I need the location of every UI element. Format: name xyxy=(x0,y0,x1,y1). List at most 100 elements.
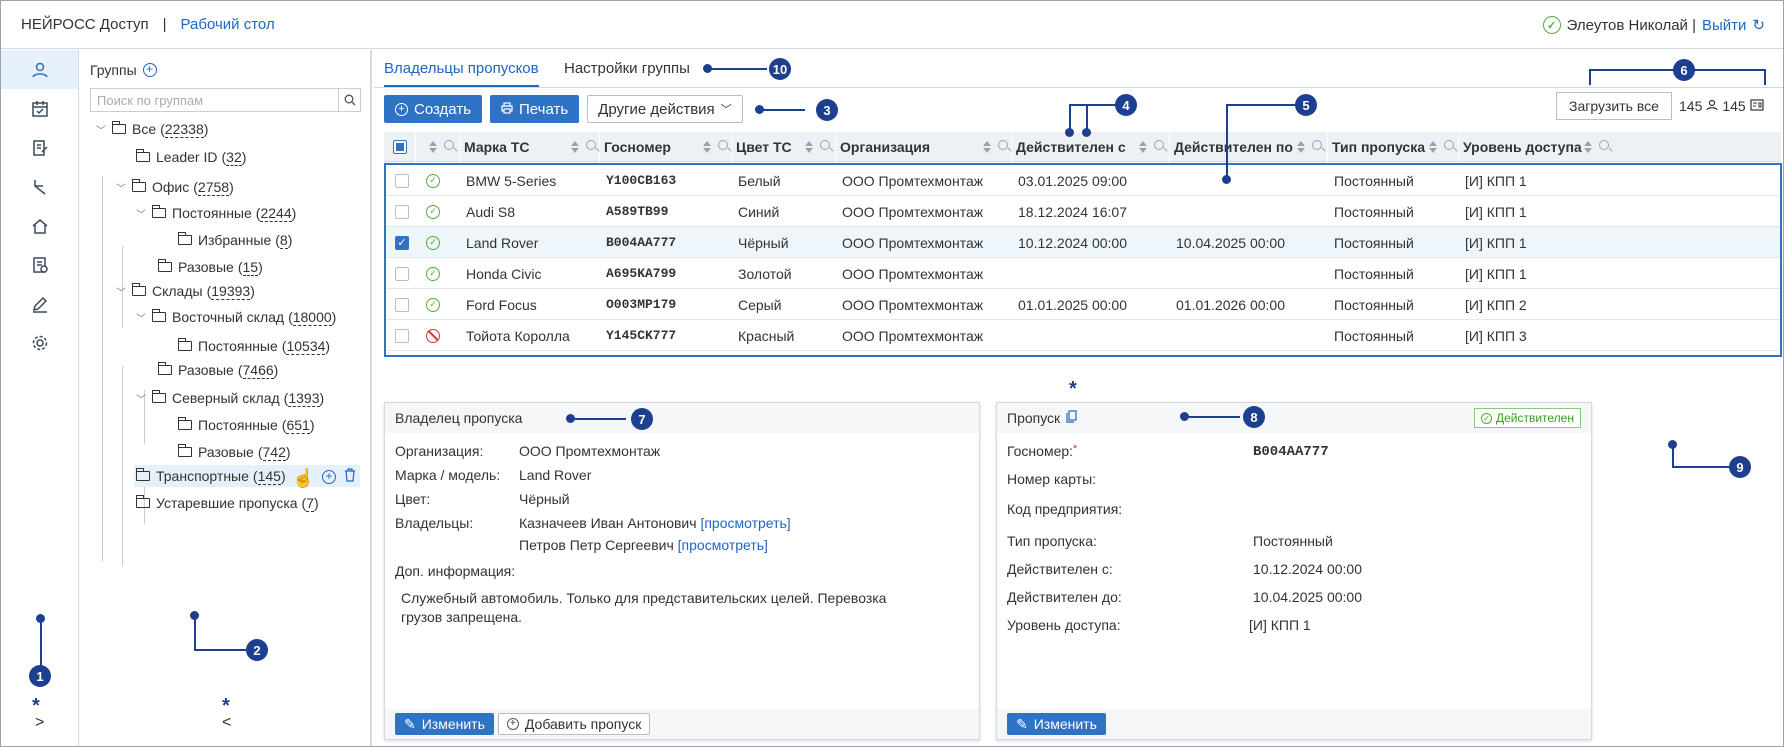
table-row[interactable]: ✓ Ford Focus O003MP179 Серый ООО Промтехмонт… xyxy=(386,289,1780,320)
table-row[interactable]: Тойота Королла Y145CK777 Красный ООО Промте… xyxy=(386,320,1780,351)
hand-cursor-icon: ☝ xyxy=(292,468,315,488)
main-content: Владельцы пропусков Настройки группы + Со… xyxy=(374,50,1783,746)
logout-icon[interactable]: ↻ xyxy=(1752,16,1765,34)
chevron-down-icon[interactable]: ﹀ xyxy=(116,180,128,195)
owner-edit-button[interactable]: ✎ Изменить xyxy=(395,713,494,735)
sort-icon[interactable] xyxy=(804,141,813,153)
callout-line xyxy=(1672,444,1674,467)
nav-documents-icon[interactable] xyxy=(1,245,78,284)
cell-to xyxy=(1172,320,1330,351)
row-checkbox[interactable] xyxy=(395,204,409,219)
tab-group-settings[interactable]: Настройки группы xyxy=(564,60,690,77)
chevron-down-icon[interactable]: ﹀ xyxy=(136,391,148,406)
delete-icon[interactable] xyxy=(344,468,356,485)
sort-icon[interactable] xyxy=(1428,141,1437,153)
logout-link[interactable]: Выйти xyxy=(1702,17,1746,34)
callout-line xyxy=(1589,69,1591,85)
tree-node[interactable]: ﹀ Офис (2758) xyxy=(116,176,234,198)
select-all-checkbox[interactable] xyxy=(392,140,407,154)
nav-calendar-icon[interactable] xyxy=(1,89,78,128)
node-count: 7466 xyxy=(242,362,274,379)
view-owner-1-link[interactable]: [просмотреть] xyxy=(700,515,790,531)
row-checkbox[interactable]: ✓ xyxy=(395,235,409,250)
filter-search-icon[interactable] xyxy=(1444,140,1454,150)
column-header: Цвет ТС xyxy=(732,132,836,162)
tree-node[interactable]: Устаревшие пропуска (7) xyxy=(136,492,319,514)
filter-search-icon[interactable] xyxy=(820,140,830,150)
tree-node[interactable]: Leader ID (32) xyxy=(136,146,246,168)
tab-owners[interactable]: Владельцы пропусков xyxy=(384,60,539,87)
sort-icon[interactable] xyxy=(1296,141,1305,153)
chevron-down-icon[interactable]: ﹀ xyxy=(136,310,148,325)
cell-model: Ford Focus xyxy=(466,296,537,313)
owner-panel-header: Владелец пропуска xyxy=(385,403,979,433)
sort-icon[interactable] xyxy=(982,141,991,153)
sort-icon[interactable] xyxy=(702,141,711,153)
row-checkbox[interactable] xyxy=(395,328,409,343)
tree-node[interactable]: ﹀ Склады (19393) xyxy=(116,280,255,302)
table-row[interactable]: ✓ BMW 5-Series Y100CB163 Белый ООО Промтехмо… xyxy=(386,165,1780,196)
callout-8: 8 xyxy=(1243,406,1265,428)
nav-report-icon[interactable] xyxy=(1,128,78,167)
tree-node[interactable]: ﹀ Северный склад (1393) xyxy=(136,387,324,409)
sort-icon[interactable] xyxy=(428,141,437,153)
nav-home-icon[interactable] xyxy=(1,206,78,245)
chevron-down-icon[interactable]: ﹀ xyxy=(96,122,108,137)
sort-icon[interactable] xyxy=(1138,141,1147,153)
add-pass-button[interactable]: + Добавить пропуск xyxy=(497,713,651,735)
chevron-down-icon[interactable]: ﹀ xyxy=(116,284,128,299)
row-checkbox[interactable] xyxy=(395,297,409,312)
nav-owners-icon[interactable] xyxy=(1,50,78,89)
print-button[interactable]: Печать xyxy=(490,95,580,123)
owner-panel: Владелец пропуска Организация: ООО Промт… xyxy=(384,402,980,740)
tree-node[interactable]: Постоянные (651) xyxy=(178,414,315,436)
color-value: Чёрный xyxy=(519,491,570,507)
nav-turnstile-icon[interactable] xyxy=(1,167,78,206)
tree-node[interactable]: ﹀ Все (22338) xyxy=(96,118,208,140)
filter-search-icon[interactable] xyxy=(1599,140,1609,150)
sort-icon[interactable] xyxy=(1583,141,1592,153)
row-checkbox[interactable] xyxy=(395,173,409,188)
filter-search-icon[interactable] xyxy=(586,140,596,150)
filter-search-icon[interactable] xyxy=(718,140,728,150)
folder-icon xyxy=(158,362,172,375)
tree-node[interactable]: ﹀ Восточный склад (18000) xyxy=(136,306,336,328)
filter-search-icon[interactable] xyxy=(1154,140,1164,150)
pass-edit-button[interactable]: ✎ Изменить xyxy=(1007,713,1106,735)
tree-node[interactable]: Избранные (8) xyxy=(178,229,292,251)
filter-search-icon[interactable] xyxy=(1312,140,1322,150)
tree-node[interactable]: Постоянные (10534) xyxy=(178,335,330,357)
row-checkbox[interactable] xyxy=(395,266,409,281)
filter-search-icon[interactable] xyxy=(998,140,1008,150)
view-owner-2-link[interactable]: [просмотреть] xyxy=(678,537,768,553)
tree-node[interactable]: ﹀ Постоянные (2244) xyxy=(136,202,296,224)
tree-node[interactable]: Разовые (742) xyxy=(178,441,291,463)
nav-edit-icon[interactable] xyxy=(1,284,78,323)
cell-org: ООО Промтехмонтаж xyxy=(842,296,984,313)
other-actions-dropdown[interactable]: Другие действия ﹀ xyxy=(587,95,743,123)
status-cell: ✓ xyxy=(422,165,462,196)
tree-node[interactable]: Разовые (7466) xyxy=(158,359,278,381)
table-row[interactable]: ✓ Audi S8 A589TB99 Синий ООО Промтехмонтаж 18… xyxy=(386,196,1780,227)
node-count: 32 xyxy=(226,149,242,166)
expand-rail-icon[interactable]: > xyxy=(35,714,44,732)
add-subgroup-icon[interactable]: + xyxy=(322,470,336,484)
tree-node[interactable]: Разовые (15) xyxy=(158,256,263,278)
cell-to xyxy=(1172,196,1330,227)
copy-icon[interactable] xyxy=(1066,410,1077,426)
table-row[interactable]: ✓ Honda Civic A695KA799 Золотой ООО Промтехм… xyxy=(386,258,1780,289)
table-row[interactable]: ✓ ✓ Land Rover B004AA777 Чёрный ООО Промтехмо… xyxy=(386,227,1780,258)
collapse-groups-icon[interactable]: < xyxy=(222,714,231,732)
filter-search-icon[interactable] xyxy=(444,140,454,150)
chevron-down-icon[interactable]: ﹀ xyxy=(136,206,148,221)
desktop-link[interactable]: Рабочий стол xyxy=(181,16,275,33)
card-icon xyxy=(1750,98,1764,114)
load-all-button[interactable]: Загрузить все xyxy=(1556,92,1672,120)
sort-icon[interactable] xyxy=(570,141,579,153)
tree-line xyxy=(122,366,123,566)
cell-model: Land Rover xyxy=(466,234,539,251)
tree-node-selected[interactable]: Транспортные (145) + xyxy=(134,465,360,487)
callout-6: 6 xyxy=(1673,59,1695,81)
nav-settings-icon[interactable] xyxy=(1,323,78,362)
create-button[interactable]: + Создать xyxy=(384,95,483,123)
